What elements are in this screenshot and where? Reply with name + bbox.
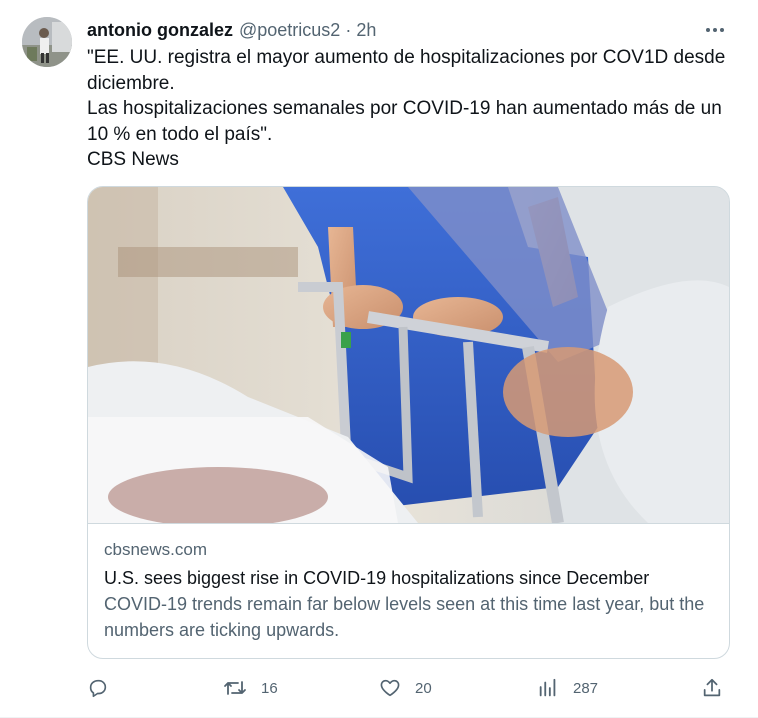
like-count: 20 [415, 679, 432, 697]
card-description: COVID-19 trends remain far below levels … [104, 594, 705, 640]
avatar[interactable] [22, 17, 72, 67]
tweet-text-line: "EE. UU. registra el mayor aumento de ho… [87, 47, 726, 94]
like-button[interactable]: 20 [379, 673, 432, 703]
share-button[interactable] [701, 673, 723, 703]
card-info[interactable]: cbsnews.com U.S. sees biggest rise in CO… [88, 523, 729, 658]
tweet-text-line: CBS News [87, 149, 179, 170]
share-icon [701, 677, 723, 699]
tweet-header: antonio gonzalez @poetricus2 · 2h [87, 17, 728, 43]
tweet[interactable]: antonio gonzalez @poetricus2 · 2h "EE. U… [0, 0, 758, 718]
views-button[interactable]: 287 [537, 673, 598, 703]
reply-icon [87, 677, 109, 699]
views-icon [537, 677, 559, 699]
card-domain: cbsnews.com [104, 540, 207, 559]
retweet-icon [223, 677, 247, 699]
retweet-button[interactable]: 16 [223, 673, 278, 703]
author-name[interactable]: antonio gonzalez [87, 20, 233, 41]
heart-icon [379, 677, 401, 699]
card-image[interactable] [88, 187, 729, 527]
tweet-text-line: Las hospitalizaciones semanales por COVI… [87, 98, 722, 145]
retweet-count: 16 [261, 679, 278, 697]
link-card[interactable]: cbsnews.com U.S. sees biggest rise in CO… [87, 186, 730, 659]
views-count: 287 [573, 679, 599, 697]
separator-dot: · [345, 19, 352, 40]
reply-button[interactable] [87, 673, 123, 703]
timestamp[interactable]: 2h [356, 20, 376, 41]
action-bar: 16 20 287 [87, 673, 737, 703]
author-handle[interactable]: @poetricus2 [239, 20, 340, 41]
tweet-text: "EE. UU. registra el mayor aumento de ho… [87, 45, 737, 173]
card-title: U.S. sees biggest rise in COVID-19 hospi… [104, 568, 650, 588]
more-icon[interactable] [702, 17, 728, 43]
